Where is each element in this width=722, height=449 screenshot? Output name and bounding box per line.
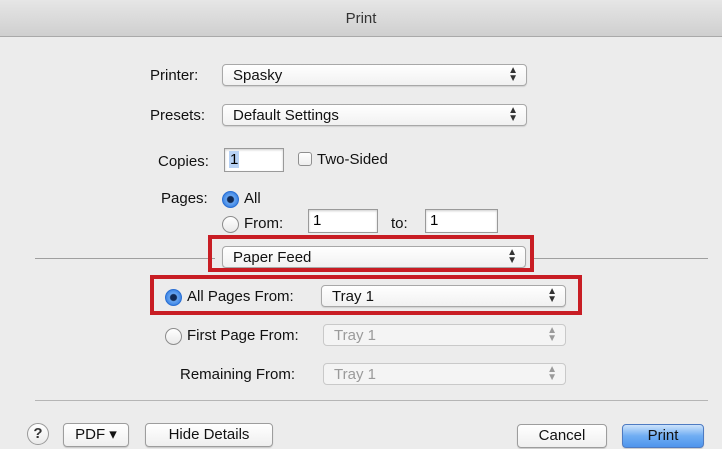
pages-all-radio[interactable] bbox=[222, 191, 239, 208]
divider-right bbox=[532, 258, 708, 259]
two-sided-checkbox[interactable] bbox=[298, 152, 312, 166]
pages-all-label: All bbox=[244, 190, 261, 207]
first-page-from-label: First Page From: bbox=[187, 327, 299, 344]
pages-label: Pages: bbox=[161, 190, 208, 207]
up-down-arrows-icon: ▲ ▼ bbox=[508, 65, 518, 84]
footer-divider bbox=[35, 400, 708, 401]
print-button[interactable]: Print bbox=[622, 424, 704, 448]
pdf-menu-button[interactable]: PDF ▾ bbox=[63, 423, 129, 447]
pages-from-field[interactable]: 1 bbox=[308, 209, 378, 233]
hide-details-button[interactable]: Hide Details bbox=[145, 423, 273, 447]
cancel-button[interactable]: Cancel bbox=[517, 424, 607, 448]
remaining-from-value: Tray 1 bbox=[334, 366, 376, 383]
divider-left bbox=[35, 258, 215, 259]
help-button[interactable]: ? bbox=[27, 423, 49, 445]
printer-select[interactable]: Spasky ▲ ▼ bbox=[222, 64, 527, 86]
pages-from-label: From: bbox=[244, 215, 284, 232]
first-page-from-select[interactable]: Tray 1 ▲ ▼ bbox=[323, 324, 566, 346]
window-title: Print bbox=[345, 10, 377, 27]
presets-label: Presets: bbox=[150, 107, 206, 124]
presets-select[interactable]: Default Settings ▲ ▼ bbox=[222, 104, 527, 126]
pages-from-radio[interactable] bbox=[222, 216, 239, 233]
first-page-from-radio[interactable] bbox=[165, 328, 182, 345]
remaining-from-label: Remaining From: bbox=[180, 366, 296, 383]
two-sided-label: Two-Sided bbox=[317, 151, 388, 168]
printer-label: Printer: bbox=[150, 67, 199, 84]
up-down-arrows-icon: ▲ ▼ bbox=[547, 364, 557, 383]
up-down-arrows-icon: ▲ ▼ bbox=[508, 105, 518, 124]
first-page-from-value: Tray 1 bbox=[334, 327, 376, 344]
title-bar: Print bbox=[0, 0, 722, 37]
pages-to-field[interactable]: 1 bbox=[425, 209, 498, 233]
pages-to-label: to: bbox=[391, 215, 408, 232]
remaining-from-select[interactable]: Tray 1 ▲ ▼ bbox=[323, 363, 566, 385]
all-pages-highlight bbox=[150, 275, 582, 315]
printer-value: Spasky bbox=[233, 67, 283, 84]
copies-field[interactable]: 1 bbox=[224, 148, 284, 172]
up-down-arrows-icon: ▲ ▼ bbox=[547, 325, 557, 344]
copies-value: 1 bbox=[229, 151, 240, 168]
copies-label: Copies: bbox=[158, 153, 209, 170]
section-popup-highlight bbox=[208, 235, 534, 272]
presets-value: Default Settings bbox=[233, 107, 339, 124]
